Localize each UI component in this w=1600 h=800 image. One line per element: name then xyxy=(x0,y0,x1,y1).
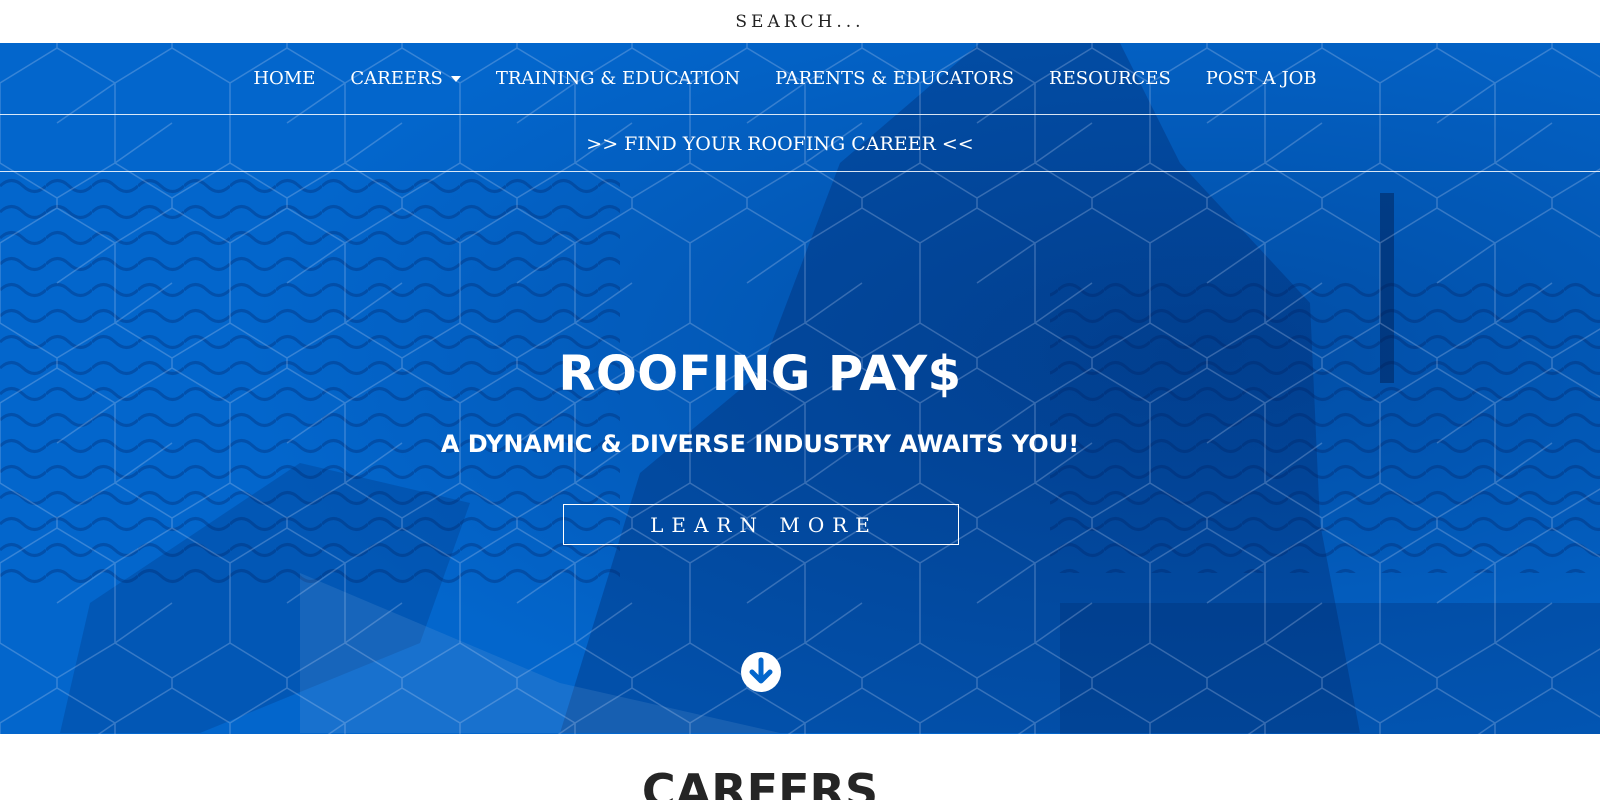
arrow-circle-down-icon[interactable] xyxy=(740,651,782,693)
hero-title: ROOFING PAY$ xyxy=(558,346,962,402)
nav-training-education[interactable]: TRAINING & EDUCATION xyxy=(496,68,740,89)
search-input[interactable] xyxy=(590,6,1010,37)
nav-careers-label: CAREERS xyxy=(350,68,443,89)
nav-careers[interactable]: CAREERS xyxy=(350,68,461,89)
nav-home[interactable]: HOME xyxy=(253,68,315,89)
nav-parents-educators[interactable]: PARENTS & EDUCATORS xyxy=(775,68,1014,89)
main-nav: HOME CAREERS TRAINING & EDUCATION PARENT… xyxy=(0,43,1600,115)
careers-section-title: CAREERS xyxy=(641,764,879,800)
nav-resources[interactable]: RESOURCES xyxy=(1049,68,1171,89)
hero-subtitle: A DYNAMIC & DIVERSE INDUSTRY AWAITS YOU! xyxy=(440,430,1080,458)
caret-down-icon xyxy=(450,75,461,82)
career-banner: >> FIND YOUR ROOFING CAREER << xyxy=(0,116,1600,172)
nav-post-a-job[interactable]: POST A JOB xyxy=(1206,68,1317,89)
find-career-link[interactable]: >> FIND YOUR ROOFING CAREER << xyxy=(586,133,973,155)
learn-more-button[interactable]: LEARN MORE xyxy=(563,504,959,545)
careers-section: CAREERS xyxy=(0,734,1600,800)
search-bar xyxy=(0,0,1600,43)
hero-section: HOME CAREERS TRAINING & EDUCATION PARENT… xyxy=(0,43,1600,734)
